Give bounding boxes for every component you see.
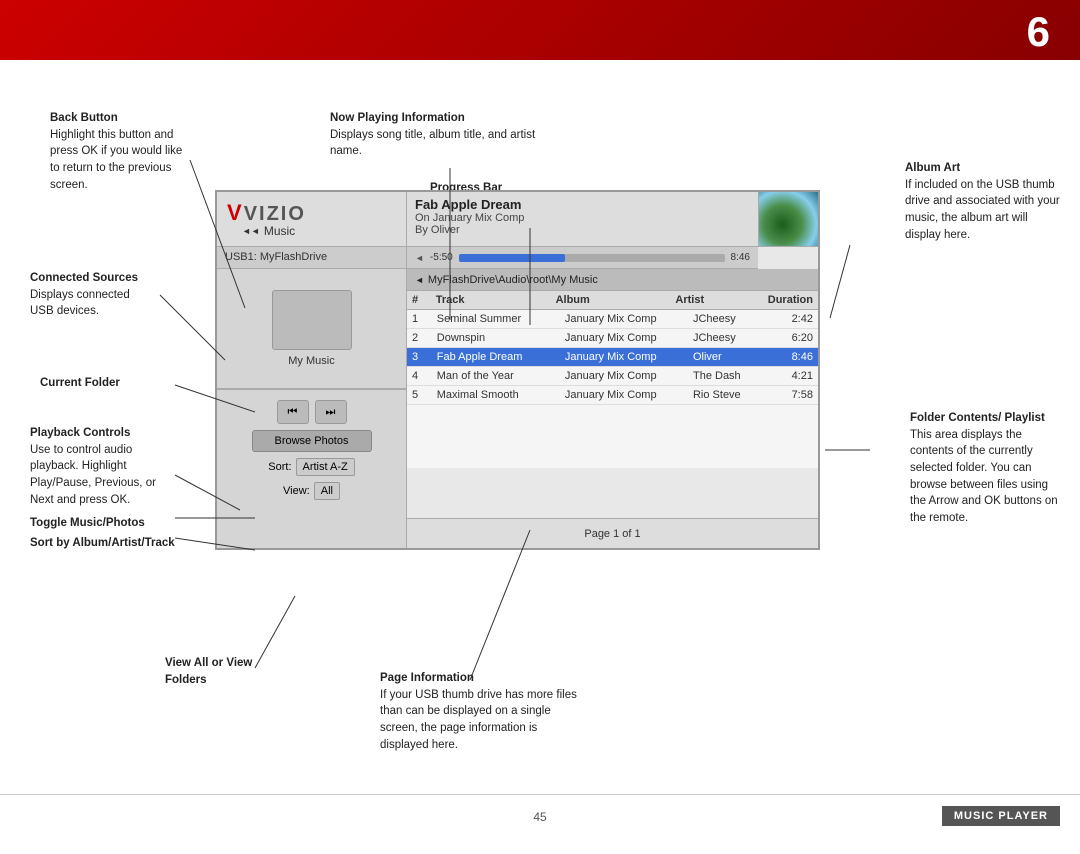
playback-controls-annotation: Playback Controls Use to control audio p… — [30, 425, 175, 508]
bottom-bar: 45 MUSIC PLAYER — [0, 794, 1080, 834]
path-bar: ◄ MyFlashDrive\Audio\root\My Music — [407, 269, 818, 291]
np-album: On January Mix Comp — [415, 212, 750, 224]
album-art-display — [758, 192, 818, 247]
toggle-annotation: Toggle Music/Photos — [30, 515, 175, 532]
track-row[interactable]: 1 Seminal Summer January Mix Comp JChees… — [407, 310, 818, 329]
track-row[interactable]: 2 Downspin January Mix Comp JCheesy 6:20 — [407, 329, 818, 348]
track-row[interactable]: 4 Man of the Year January Mix Comp The D… — [407, 367, 818, 386]
vizio-header: VVIZIO ◄◄ Music — [217, 192, 407, 247]
back-button-annotation: Back Button Highlight this button and pr… — [50, 110, 190, 193]
folder-name: My Music — [288, 355, 334, 367]
col-header-artist: Artist — [670, 291, 762, 309]
music-nav[interactable]: ◄◄ Music — [242, 224, 295, 238]
col-header-num: # — [407, 291, 431, 309]
page-info-display: Page 1 of 1 — [407, 518, 818, 548]
sort-select[interactable]: Artist A-Z — [296, 458, 355, 476]
path-triangle: ◄ — [415, 275, 424, 285]
folder-contents-annotation: Folder Contents/ Playlist This area disp… — [910, 410, 1065, 527]
page-number: 45 — [533, 810, 546, 824]
chapter-number: 6 — [1027, 8, 1050, 56]
sort-label: Sort: — [268, 461, 291, 473]
view-select[interactable]: All — [314, 482, 340, 500]
folder-display: My Music — [217, 269, 407, 389]
next-button[interactable]: ⏭ — [315, 400, 347, 424]
progress-bar-area: ◄ -5:50 8:46 — [407, 247, 758, 269]
page-info-annotation: Page Information If your USB thumb drive… — [380, 670, 580, 753]
tv-screen: VVIZIO ◄◄ Music Fab Apple Dream On Janua… — [215, 190, 820, 550]
music-player-label: MUSIC PLAYER — [942, 806, 1060, 826]
np-artist: By Oliver — [415, 224, 750, 236]
main-content: Back Button Highlight this button and pr… — [0, 60, 1080, 794]
progress-time-right: 8:46 — [731, 252, 750, 263]
current-folder-annotation: Current Folder — [40, 375, 160, 392]
progress-triangle: ◄ — [415, 253, 424, 263]
progress-time-left: -5:50 — [430, 252, 453, 263]
col-header-album: Album — [551, 291, 671, 309]
track-header: # Track Album Artist Duration — [407, 291, 818, 310]
track-row[interactable]: 5 Maximal Smooth January Mix Comp Rio St… — [407, 386, 818, 405]
view-row: View: All — [225, 482, 398, 500]
path-text: MyFlashDrive\Audio\root\My Music — [428, 274, 598, 286]
view-all-annotation: View All or View Folders — [165, 655, 295, 688]
page-info-text: Page 1 of 1 — [584, 528, 640, 540]
browse-photos-button[interactable]: Browse Photos — [252, 430, 372, 452]
col-header-track: Track — [431, 291, 551, 309]
music-dots: ◄◄ — [242, 226, 260, 236]
connected-sources-annotation: Connected Sources Displays connected USB… — [30, 270, 150, 320]
usb-source-display: USB1: MyFlashDrive — [217, 247, 407, 269]
track-row-active[interactable]: 3 Fab Apple Dream January Mix Comp Olive… — [407, 348, 818, 367]
col-header-duration: Duration — [763, 291, 818, 309]
view-label: View: — [283, 485, 310, 497]
progress-bar-fill — [459, 254, 565, 262]
folder-icon — [272, 290, 352, 350]
now-playing-display: Fab Apple Dream On January Mix Comp By O… — [407, 192, 758, 247]
np-song-title: Fab Apple Dream — [415, 197, 750, 212]
album-art-annotation: Album Art If included on the USB thumb d… — [905, 160, 1060, 243]
sort-annotation: Sort by Album/Artist/Track — [30, 535, 175, 552]
sort-row: Sort: Artist A-Z — [225, 458, 398, 476]
music-label-text: Music — [264, 224, 295, 238]
prev-button[interactable]: ⏮ — [277, 400, 309, 424]
top-bar: 6 — [0, 0, 1080, 60]
now-playing-annotation: Now Playing Information Displays song ti… — [330, 110, 550, 160]
progress-bar-container — [459, 254, 725, 262]
controls-area: ⏮ ⏭ Browse Photos Sort: Artist A-Z View:… — [217, 389, 407, 548]
playback-buttons: ⏮ ⏭ — [277, 400, 347, 424]
track-list: # Track Album Artist Duration 1 Seminal … — [407, 291, 818, 468]
vizio-logo: VVIZIO — [227, 200, 306, 226]
